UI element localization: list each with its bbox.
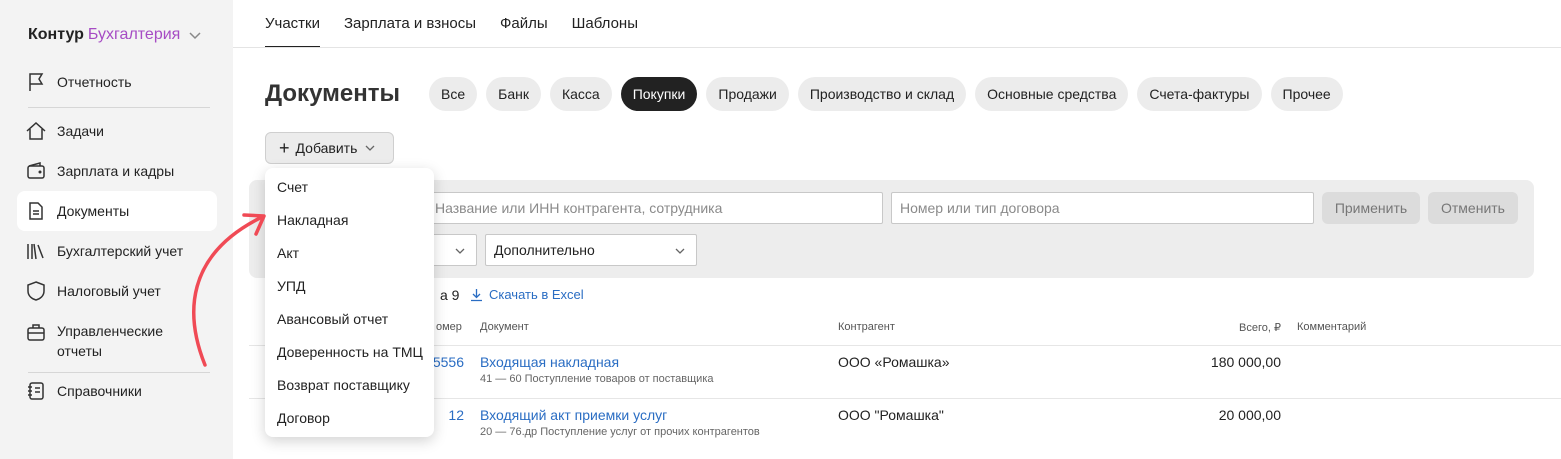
brand-name: Контур [28, 26, 84, 43]
chip-all[interactable]: Все [429, 77, 478, 111]
chevron-down-icon [675, 248, 685, 254]
sidebar-item-label: Управленческие отчеты [57, 323, 164, 359]
download-excel-link[interactable]: Скачать в Excel [470, 287, 584, 302]
chip-bank[interactable]: Банк [486, 77, 541, 111]
column-header-comment: Комментарий [1297, 321, 1367, 333]
sidebar-item-tasks[interactable]: Задачи [17, 111, 217, 151]
tab-files[interactable]: Файлы [500, 0, 548, 48]
chip-cash[interactable]: Касса [549, 77, 612, 111]
sidebar-item-label: Задачи [57, 123, 105, 139]
row-counterparty: ООО «Ромашка» [838, 354, 950, 370]
row-document-subtitle: 41 — 60 Поступление товаров от поставщик… [480, 373, 714, 385]
sidebar-item-label: Налоговый учет [57, 283, 161, 299]
sidebar-item-salary[interactable]: Зарплата и кадры [17, 151, 217, 191]
download-icon [471, 288, 482, 301]
column-header-number: омер [436, 321, 462, 333]
row-document-subtitle: 20 — 76.др Поступление услуг от прочих к… [480, 426, 760, 438]
brand-switcher[interactable]: Контур Бухгалтерия [28, 26, 202, 44]
tab-templates[interactable]: Шаблоны [572, 0, 638, 48]
category-chips: Все Банк Касса Покупки Продажи Производс… [429, 77, 1352, 111]
top-tabs: Участки Зарплата и взносы Файлы Шаблоны [265, 0, 662, 48]
add-button[interactable]: + Добавить [265, 132, 394, 164]
menu-item-advance-report[interactable]: Авансовый отчет [277, 311, 388, 327]
annotation-arrow [192, 213, 266, 367]
notebook-icon [25, 380, 47, 402]
sidebar-item-label: Бухгалтерский учет [57, 243, 184, 259]
sidebar-item-reporting[interactable]: Отчетность [17, 62, 217, 102]
books-icon [25, 240, 47, 262]
chip-purchases[interactable]: Покупки [620, 77, 698, 111]
row-document-link[interactable]: Входящая накладная [480, 354, 619, 370]
add-dropdown-menu: Счет Накладная Акт УПД Авансовый отчет Д… [265, 168, 434, 437]
additional-filter-label: Дополнительно [494, 242, 595, 258]
document-count: а 9 [440, 287, 460, 303]
download-excel-label: Скачать в Excel [489, 287, 584, 302]
chip-production[interactable]: Производство и склад [797, 77, 967, 111]
sidebar-item-label: Документы [57, 203, 130, 219]
contract-search-input[interactable]: Номер или тип договора [891, 192, 1314, 224]
table-divider [249, 345, 1561, 346]
row-total: 20 000,00 [1218, 407, 1281, 423]
chevron-down-icon [455, 248, 465, 254]
column-header-counterparty: Контрагент [838, 321, 895, 333]
column-header-total: Всего, ₽ [1239, 322, 1281, 334]
table-divider [249, 398, 1561, 399]
flag-icon [25, 71, 47, 93]
additional-filter-select[interactable]: Дополнительно [485, 234, 697, 266]
tab-areas[interactable]: Участки [265, 0, 320, 48]
chevron-down-icon [189, 32, 201, 40]
chip-invoices[interactable]: Счета-фактуры [1137, 77, 1262, 111]
wallet-icon [25, 160, 47, 182]
column-header-document: Документ [480, 321, 529, 333]
row-document-link[interactable]: Входящий акт приемки услуг [480, 407, 667, 423]
chip-other[interactable]: Прочее [1270, 77, 1343, 111]
brand-product: Бухгалтерия [87, 26, 181, 43]
menu-item-power-of-attorney[interactable]: Доверенность на ТМЦ [277, 344, 423, 360]
add-button-label: Добавить [295, 140, 358, 156]
menu-item-contract[interactable]: Договор [277, 410, 330, 426]
cancel-button[interactable]: Отменить [1428, 192, 1518, 224]
row-total: 180 000,00 [1210, 354, 1281, 370]
page-title: Документы [265, 80, 400, 107]
menu-item-invoice[interactable]: Счет [277, 179, 308, 195]
sidebar-item-references[interactable]: Справочники [17, 371, 217, 411]
apply-button[interactable]: Применить [1322, 192, 1420, 224]
sidebar-divider [28, 107, 210, 108]
counterparty-search-input[interactable]: Название или ИНН контрагента, сотрудника [426, 192, 883, 224]
sidebar-item-label: Отчетность [57, 74, 132, 90]
plus-icon: + [279, 138, 290, 158]
sidebar-item-label: Справочники [57, 383, 142, 399]
menu-item-supplier-return[interactable]: Возврат поставщику [277, 377, 410, 393]
row-counterparty: ООО "Ромашка" [838, 407, 944, 423]
chevron-down-icon [365, 145, 375, 151]
document-icon [25, 200, 47, 222]
tab-salary[interactable]: Зарплата и взносы [344, 0, 476, 48]
chip-sales[interactable]: Продажи [706, 77, 789, 111]
sidebar-item-label: Зарплата и кадры [57, 163, 175, 179]
home-icon [25, 120, 47, 142]
tabs-divider [233, 47, 1561, 48]
chip-fixed-assets[interactable]: Основные средства [975, 77, 1129, 111]
briefcase-icon [25, 321, 47, 343]
shield-icon [25, 280, 47, 302]
